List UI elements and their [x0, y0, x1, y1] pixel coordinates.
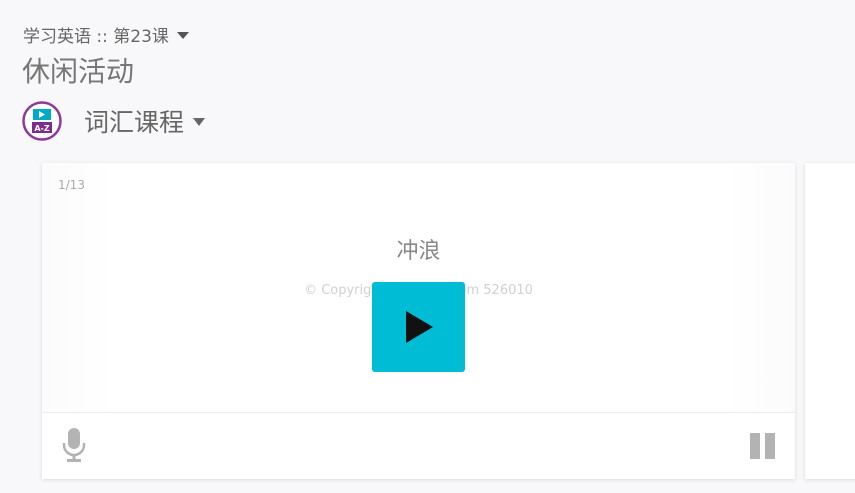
vocabulary-logo-icon: A-Z: [22, 101, 62, 141]
page: 学习英语 :: 第23课 休闲活动 A-Z 词汇课程 1/13 冲浪 © Cop…: [0, 0, 855, 493]
card-divider: [42, 412, 795, 413]
vocabulary-word: 冲浪: [396, 239, 441, 264]
flashcard: 1/13 冲浪 © Copyright LingoHut.com 526010: [42, 163, 795, 479]
next-flashcard-peek[interactable]: [805, 163, 855, 479]
breadcrumb-dropdown[interactable]: 学习英语 :: 第23课: [23, 22, 189, 47]
chevron-down-icon: [176, 31, 189, 39]
microphone-icon[interactable]: [60, 427, 88, 463]
pause-icon[interactable]: [749, 433, 777, 459]
breadcrumb-label: 学习英语 :: 第23课: [23, 26, 169, 47]
play-icon: [405, 311, 433, 343]
page-title: 休闲活动: [22, 55, 135, 88]
card-counter: 1/13: [58, 178, 85, 192]
play-button[interactable]: [372, 282, 465, 372]
chevron-down-icon: [193, 118, 206, 126]
course-label: 词汇课程: [84, 108, 185, 137]
course-selector[interactable]: A-Z 词汇课程: [22, 100, 206, 142]
logo-text: A-Z: [34, 124, 50, 133]
